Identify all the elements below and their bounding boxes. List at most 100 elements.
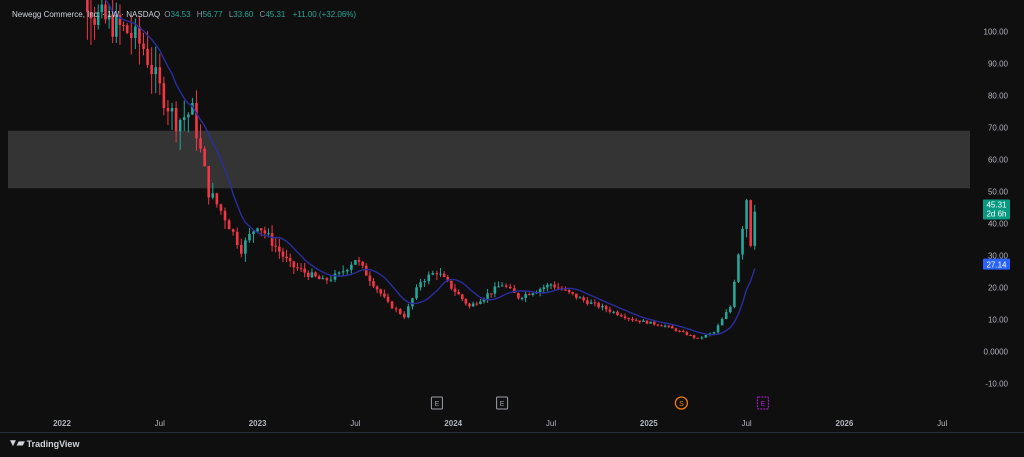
candle-body [263,230,267,234]
candle-body [195,102,198,139]
x-tick-label: Jul [741,419,751,428]
candle-body [623,316,627,319]
candle-body [379,289,383,294]
candle-body [415,287,418,299]
candle-body [427,274,431,282]
candle-body [753,211,757,246]
tradingview-brand[interactable]: ▼▰ TradingView [8,438,79,449]
last-price-value: 45.31 [986,201,1007,210]
candle-body [299,268,303,270]
candle-body [504,285,508,287]
candle-body [586,300,589,304]
bar-countdown: 2d 6h [986,210,1006,219]
candle-body [486,293,489,299]
candle-body [724,312,728,319]
candle-body [520,297,524,299]
candle-body [642,320,645,322]
candle-body [608,309,612,312]
candle-body [649,321,652,324]
ma-value-tag: 27.14 [983,258,1010,270]
chart-bottom-border [0,432,1024,433]
candle-body [645,320,649,324]
candle-body [138,26,141,44]
x-tick-label: 2022 [53,419,71,428]
earnings-event-icon: E [430,396,443,410]
candle-body [317,276,321,280]
symbol-title[interactable]: Newegg Commerce, Inc. · 1W · NASDAQ [12,10,160,19]
candle-body [627,318,631,320]
candle-body [375,286,379,290]
candle-body [700,337,704,339]
candle-body [685,332,689,336]
candle-body [125,25,129,33]
earnings-event-icon: E [496,396,509,410]
candle-body [223,210,227,221]
candle-body [667,325,671,327]
y-tick-label: -10.00 [985,380,1008,389]
candle-body [542,287,546,290]
y-tick-label: 80.00 [988,92,1009,101]
change-value: +11.00 (+32.06%) [292,10,357,19]
candle-body [235,231,239,245]
candle-body [671,326,674,329]
candle-body [281,251,285,257]
candle-body [314,272,317,277]
resistance-zone [8,130,970,189]
candle-body [134,26,137,38]
event-label: E [500,401,505,408]
candle-body [407,306,410,318]
candle-body [567,289,571,292]
candle-body [259,228,263,231]
candle-body [696,337,699,339]
candle-body [652,321,656,325]
candle-body [150,64,153,75]
candle-body [712,332,716,334]
candle-body [368,275,372,282]
candle-body [270,233,274,246]
x-tick-label: Jul [350,419,360,428]
open-value: 34.53 [170,10,191,19]
candle-body [274,245,278,247]
y-tick-label: 100.00 [984,28,1009,37]
x-tick-label: 2024 [444,419,462,428]
candle-body [442,273,446,277]
upcoming-event-icon: E [756,396,769,410]
candle-body [383,293,386,297]
candle-body [593,302,597,304]
candle-body [178,119,182,132]
candle-body [564,289,567,291]
x-tick-label: Jul [937,419,947,428]
candle-body [619,314,623,317]
candle-body [285,256,288,259]
x-tick-label: 2023 [249,419,267,428]
candle-body [489,293,493,295]
candle-body [500,285,504,287]
high-value: 56.77 [202,10,223,19]
candle-body [745,200,748,229]
price-chart[interactable]: 100.0090.0080.0070.0060.0050.0040.0030.0… [0,0,1024,457]
y-tick-label: 60.00 [988,156,1009,165]
candle-body [354,260,357,265]
candle-body [450,280,453,289]
candle-body [207,166,210,198]
candle-body [174,108,178,132]
candle-body [337,272,341,274]
candle-body [527,294,531,296]
candle-body [729,306,732,313]
candle-body [411,298,414,307]
candle-body [524,294,527,298]
candle-body [231,229,235,232]
candle-body [146,48,149,65]
candle-body [321,278,325,280]
candle-body [631,318,634,321]
candle-body [364,265,368,276]
candle-body [704,335,708,338]
y-tick-label: 40.00 [988,220,1009,229]
candle-body [431,273,435,275]
candle-body [517,292,520,299]
candle-body [453,288,457,292]
x-tick-label: Jul [155,419,165,428]
candle-body [93,18,96,25]
candle-body [215,193,219,205]
candle-body [549,284,553,286]
